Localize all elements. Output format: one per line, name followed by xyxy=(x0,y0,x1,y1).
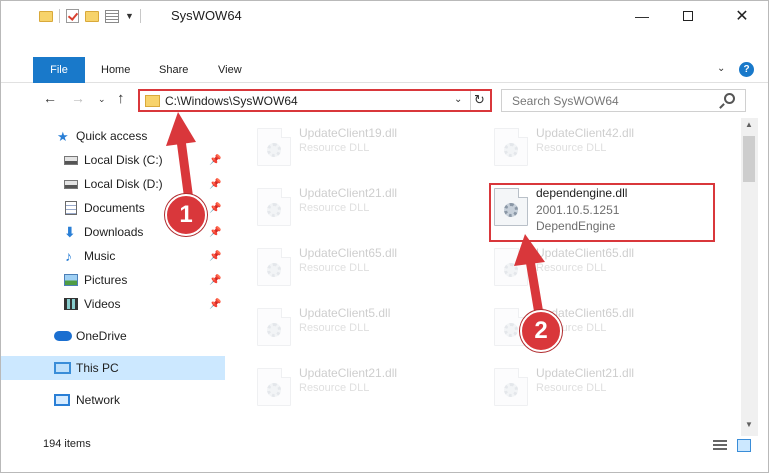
step-badge-2: 2 xyxy=(520,310,562,352)
arrow-2 xyxy=(514,234,545,325)
step-badge-1: 1 xyxy=(165,194,207,236)
annotation-arrows xyxy=(166,112,545,325)
